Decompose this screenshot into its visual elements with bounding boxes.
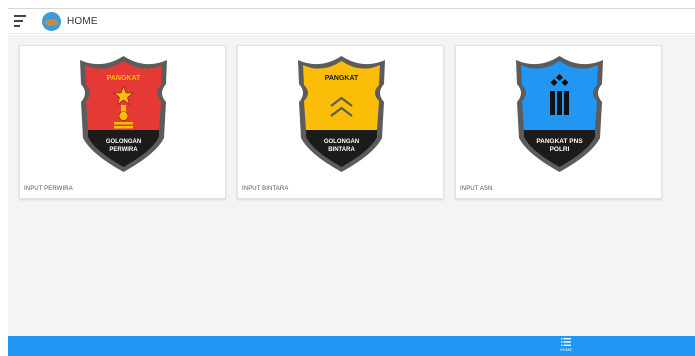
menu-icon[interactable] [14,15,30,27]
badge-top-text: PANGKAT [325,75,359,82]
top-app-bar: HOME [8,8,695,34]
asn-badge: PANGKAT PNS POLRI [516,56,603,172]
card-input-perwira[interactable]: PANGKAT GOLONGAN PERWIRA INPUT PERWIRA [19,45,226,199]
card-label: INPUT PERWIRA [24,186,73,192]
list-icon [561,338,571,346]
badge-bottom-text-1: GOLONGAN [106,139,141,145]
badge-top-text: PANGKAT [107,75,141,82]
badge-bottom-text-2: PERWIRA [109,147,138,153]
card-input-bintara[interactable]: PANGKAT GOLONGAN BINTARA INPUT BINTARA [237,45,444,199]
main-content: PANGKAT GOLONGAN PERWIRA INPUT PERWIRA P… [8,35,695,336]
badge-bottom-text-2: POLRI [550,146,570,153]
bottom-nav-home-label: HOME [559,347,573,352]
bottom-nav-bar: HOME [8,336,695,356]
card-input-asn[interactable]: PANGKAT PNS POLRI INPUT ASN [455,45,662,199]
app-logo-icon [42,11,61,31]
badge-bottom-text-2: BINTARA [328,147,355,153]
page-title: HOME [67,15,98,27]
badge-bottom-text-1: PANGKAT PNS [536,138,583,145]
card-label: INPUT BINTARA [242,186,289,192]
perwira-badge: PANGKAT GOLONGAN PERWIRA [80,56,167,172]
badge-bottom-text-1: GOLONGAN [324,139,359,145]
bintara-badge: PANGKAT GOLONGAN BINTARA [298,56,385,172]
card-label: INPUT ASN [460,186,493,192]
bottom-nav-home[interactable]: HOME [558,338,574,355]
